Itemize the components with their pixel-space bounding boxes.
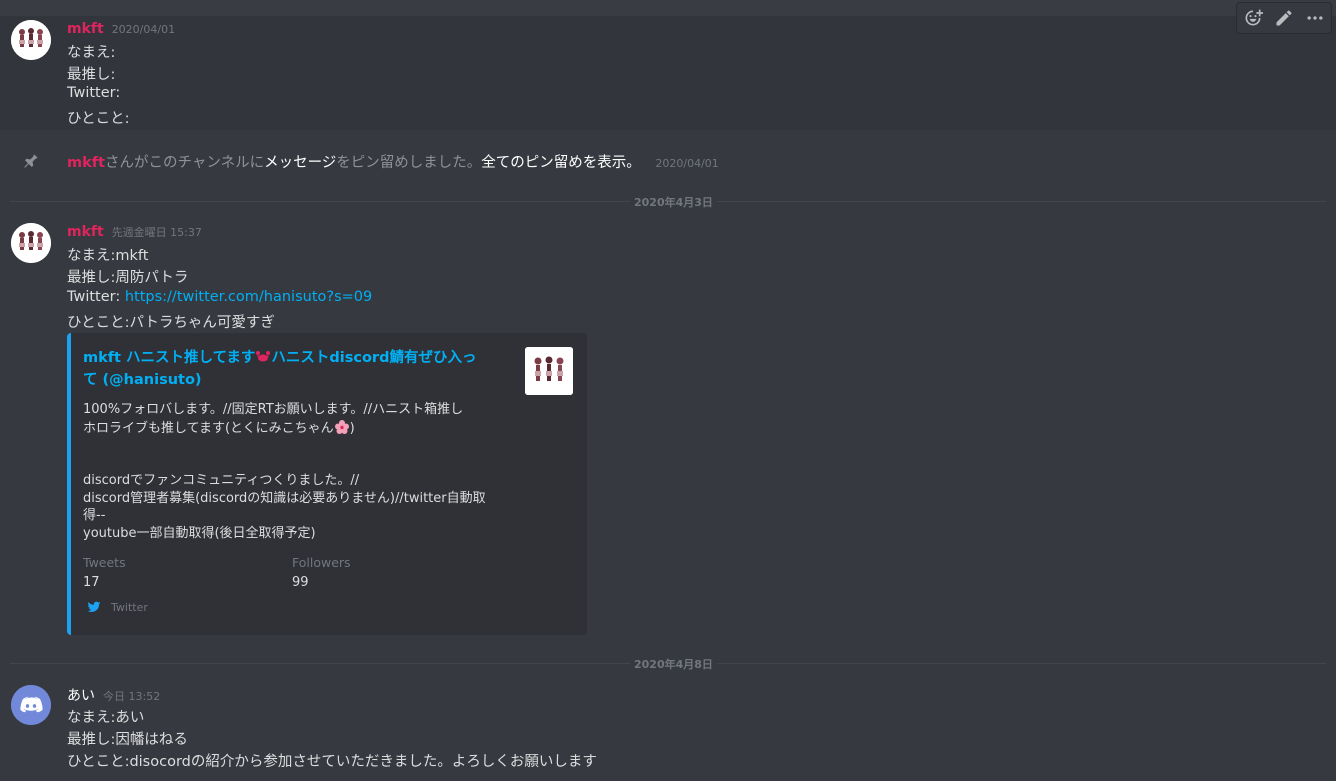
date-divider-label: 2020年4月8日 (630, 656, 717, 672)
embed-desc-line: 得-- (83, 508, 106, 523)
message-toolbar (1236, 2, 1332, 34)
avatar-mkft[interactable] (11, 223, 51, 263)
message-line: Twitter: (67, 85, 121, 101)
embed-author[interactable]: mkft (83, 350, 121, 366)
embed-desc-line: discord管理者募集(discordの知識は必要ありません)//twitte… (83, 490, 486, 506)
message-line: なまえ: (67, 45, 116, 61)
timestamp: 2020/04/01 (655, 157, 719, 170)
twitter-link[interactable]: https://twitter.com/hanisuto?s=09 (125, 289, 372, 305)
cherry-blossom-emoji-icon (334, 419, 349, 434)
twitter-embed: mkft ハニスト推してます ハニストdiscord鯖有ぜひ入って (@hanis… (67, 333, 587, 635)
message-line: ひとこと: (67, 111, 130, 127)
message-text: Twitter: (67, 289, 125, 305)
username[interactable]: mkft (67, 21, 104, 37)
field-tweets-label: Tweets (83, 555, 126, 570)
field-followers-value: 99 (292, 575, 309, 590)
embed-footer-text: Twitter (111, 600, 148, 614)
timestamp: 2020/04/01 (111, 23, 176, 36)
embed-desc-line: 100%フォロバします。//固定RTお願いします。//ハニスト箱推し (83, 402, 464, 417)
embed-thumbnail[interactable] (525, 347, 573, 395)
message-line: 最推し:因幡はねる (67, 732, 188, 748)
more-icon[interactable] (1302, 5, 1328, 31)
system-text: さんがこのチャンネルに (105, 155, 265, 171)
username[interactable]: あい (67, 685, 95, 705)
message-header: あい 今日 13:52 (67, 685, 160, 705)
field-tweets-value: 17 (83, 575, 100, 590)
chat-messages: mkft 2020/04/01 なまえ: 最推し: Twitter: ひとこと:… (0, 0, 1336, 781)
embed-desc-line: ) (349, 420, 355, 436)
embed-desc-line: discordでファンコミュニティつくりました。// (83, 473, 360, 488)
date-divider-label: 2020年4月3日 (630, 194, 717, 210)
timestamp: 今日 13:52 (103, 690, 161, 703)
embed-title-text[interactable]: ハニスト推してます (121, 350, 255, 366)
embed-title[interactable]: mkft ハニスト推してます ハニストdiscord鯖有ぜひ入って (@hanis… (83, 347, 503, 391)
add-reaction-icon[interactable] (1240, 5, 1266, 31)
message-header: mkft 2020/04/01 (67, 21, 175, 37)
avatar-ai[interactable] (11, 685, 51, 725)
message-link[interactable]: メッセージ (264, 155, 336, 171)
crab-emoji-icon (256, 351, 271, 362)
message-line: 最推し:周防パトラ (67, 270, 189, 286)
show-all-pins-link[interactable]: 全てのピン留めを表示。 (481, 155, 641, 171)
system-username[interactable]: mkft (67, 155, 105, 171)
embed-desc-line: youtube一部自動取得(後日全取得予定) (83, 525, 316, 541)
message-line: Twitter: https://twitter.com/hanisuto?s=… (67, 289, 372, 305)
embed-title-text[interactable]: ハニストdiscord鯖有ぜひ入っ (271, 350, 476, 366)
system-message: mkftさんがこのチャンネルにメッセージをピン留めしました。全てのピン留めを表示… (67, 151, 719, 172)
timestamp: 先週金曜日 15:37 (111, 226, 202, 239)
message-line: なまえ:mkft (67, 248, 149, 264)
edit-icon[interactable] (1271, 5, 1297, 31)
message-line: 最推し: (67, 67, 116, 83)
message-line: なまえ:あい (67, 710, 145, 726)
embed-desc-line: ホロライブも推してます(とくにみこちゃん (83, 420, 334, 436)
twitter-icon (87, 601, 101, 613)
system-text: をピン留めしました。 (336, 155, 482, 171)
pin-icon (22, 152, 40, 170)
top-strip (0, 0, 1336, 16)
message-line: ひとこと:disocordの紹介から参加させていただきました。よろしくお願いしま… (67, 754, 597, 770)
message-line: ひとこと:パトラちゃん可愛すぎ (67, 315, 275, 331)
field-followers-label: Followers (292, 555, 351, 570)
message-hover-bg (0, 0, 1336, 130)
message-header: mkft 先週金曜日 15:37 (67, 224, 202, 240)
embed-description: 100%フォロバします。//固定RTお願いします。//ハニスト箱推し ホロライブ… (83, 401, 503, 542)
username[interactable]: mkft (67, 224, 104, 240)
embed-footer: Twitter (87, 600, 148, 614)
embed-title-text[interactable]: て (@hanisuto) (83, 372, 202, 388)
avatar-mkft[interactable] (11, 20, 51, 60)
